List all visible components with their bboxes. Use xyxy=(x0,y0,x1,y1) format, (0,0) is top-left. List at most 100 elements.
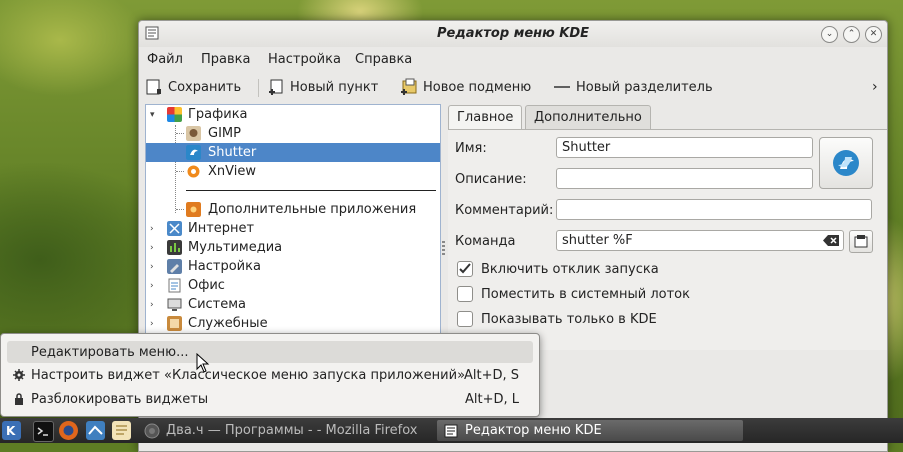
menu-settings[interactable]: Настройка xyxy=(268,52,341,67)
tree-guide xyxy=(176,209,184,210)
notes-launcher-icon[interactable] xyxy=(112,421,131,440)
checkmark-icon xyxy=(459,263,471,274)
description-field[interactable] xyxy=(556,168,813,189)
menu-item-unlock-widgets[interactable]: Разблокировать виджеты Alt+D, L xyxy=(7,388,533,410)
task-label: Редактор меню KDE xyxy=(465,423,602,438)
multimedia-category-icon xyxy=(167,240,182,255)
toolbar: Сохранить Новый пункт Новое подменю Новы… xyxy=(139,73,887,101)
task-label: Два.ч — Программы - - Mozilla Firefox xyxy=(166,423,418,438)
expand-arrow-icon[interactable]: › xyxy=(150,300,159,310)
expand-arrow-icon[interactable]: › xyxy=(150,224,159,234)
menu-file[interactable]: Файл xyxy=(147,52,183,67)
clear-text-icon[interactable] xyxy=(823,235,839,246)
system-tray-checkbox[interactable]: Поместить в системный лоток xyxy=(457,286,690,302)
tree-item-gimp[interactable]: GIMP xyxy=(146,124,440,143)
expand-arrow-icon[interactable]: › xyxy=(150,243,159,253)
new-item-label: Новый пункт xyxy=(290,79,379,95)
tree-item-office[interactable]: › Офис xyxy=(146,276,440,295)
new-item-button[interactable]: Новый пункт xyxy=(267,78,378,96)
tree-item-system[interactable]: › Система xyxy=(146,295,440,314)
shortcut-label: Alt+D, L xyxy=(464,391,519,407)
mouse-cursor-icon xyxy=(196,353,210,373)
menu-tree[interactable]: ▾ Графика GIMP Shutter XnView Дополнител… xyxy=(145,104,441,336)
command-field[interactable]: shutter %F xyxy=(556,230,844,251)
comment-label: Комментарий: xyxy=(455,203,554,218)
new-separator-label: Новый разделитель xyxy=(576,79,713,95)
checkbox-box[interactable] xyxy=(457,286,473,302)
taskbar: K Два.ч — Программы - - Mozilla Firefox … xyxy=(0,418,903,443)
name-label: Имя: xyxy=(455,141,487,156)
gear-icon xyxy=(13,369,25,381)
tree-item-xnview[interactable]: XnView xyxy=(146,162,440,181)
new-submenu-icon xyxy=(401,78,417,95)
checkbox-box[interactable] xyxy=(457,261,473,277)
shutter-large-icon xyxy=(833,150,859,176)
tree-item-shutter[interactable]: Shutter xyxy=(146,143,440,162)
close-button[interactable]: ✕ xyxy=(865,26,882,43)
tree-label: Интернет xyxy=(188,221,255,236)
tab-advanced[interactable]: Дополнительно xyxy=(525,105,651,129)
widget-context-menu: Редактировать меню... Настроить виджет «… xyxy=(0,333,540,417)
menu-item-label: Настроить виджет «Классическое меню запу… xyxy=(31,367,466,383)
lock-icon xyxy=(15,393,23,405)
tree-item-graphics[interactable]: ▾ Графика xyxy=(146,105,440,124)
tree-item-utilities[interactable]: › Служебные xyxy=(146,314,440,333)
maximize-button[interactable]: ⌃ xyxy=(843,26,860,43)
menu-item-configure-widget[interactable]: Настроить виджет «Классическое меню запу… xyxy=(7,364,533,386)
launch-feedback-label: Включить отклик запуска xyxy=(481,261,659,277)
kde-logo-icon: K xyxy=(6,424,16,438)
new-submenu-label: Новое подменю xyxy=(423,79,532,95)
firefox-launcher-icon[interactable] xyxy=(59,421,78,440)
comment-field[interactable] xyxy=(556,199,872,220)
kde-launcher-icon[interactable]: K xyxy=(2,421,21,440)
title-bar[interactable]: Редактор меню KDE ⌄ ⌃ ✕ xyxy=(139,21,887,47)
tree-guide xyxy=(176,171,184,172)
only-kde-checkbox[interactable]: Показывать только в KDE xyxy=(457,311,657,327)
toolbar-overflow-icon[interactable]: › xyxy=(872,79,878,95)
tree-separator[interactable] xyxy=(186,190,436,191)
tree-item-multimedia[interactable]: › Мультимедиа xyxy=(146,238,440,257)
internet-category-icon xyxy=(167,221,182,236)
launch-feedback-checkbox[interactable]: Включить отклик запуска xyxy=(457,261,659,277)
xnview-icon xyxy=(187,165,200,178)
task-kmenuedit[interactable]: Редактор меню KDE xyxy=(437,420,743,441)
tree-label: Shutter xyxy=(208,145,257,160)
tree-label: Мультимедиа xyxy=(188,240,283,255)
splitter-handle[interactable] xyxy=(442,241,445,255)
command-label: Команда xyxy=(455,234,516,249)
save-label: Сохранить xyxy=(168,79,242,95)
minimize-button[interactable]: ⌄ xyxy=(821,26,838,43)
menu-edit[interactable]: Правка xyxy=(201,52,250,67)
browse-icon xyxy=(854,235,868,248)
app-icon-button[interactable] xyxy=(819,137,873,189)
name-field[interactable]: Shutter xyxy=(556,137,813,158)
tree-item-extra-apps[interactable]: Дополнительные приложения xyxy=(146,200,440,219)
shutter-launcher-icon[interactable] xyxy=(86,421,105,440)
terminal-launcher-icon[interactable] xyxy=(33,421,54,442)
new-item-icon xyxy=(269,79,283,95)
task-firefox[interactable]: Два.ч — Программы - - Mozilla Firefox xyxy=(138,420,436,441)
terminal-icon xyxy=(37,427,48,436)
tree-label: Настройка xyxy=(188,259,261,274)
tab-general[interactable]: Главное xyxy=(448,105,523,130)
system-tray-label: Поместить в системный лоток xyxy=(481,286,690,302)
shortcut-label: Alt+D, S xyxy=(463,367,519,383)
menu-item-label: Редактировать меню... xyxy=(31,344,189,360)
expand-arrow-icon[interactable]: › xyxy=(150,262,159,272)
notes-icon xyxy=(116,425,127,435)
new-submenu-button[interactable]: Новое подменю xyxy=(400,78,531,96)
collapse-arrow-icon[interactable]: ▾ xyxy=(150,110,159,120)
tree-item-settings[interactable]: › Настройка xyxy=(146,257,440,276)
browse-button[interactable] xyxy=(849,230,873,253)
separator-icon xyxy=(554,86,570,88)
save-button[interactable]: Сохранить xyxy=(145,78,241,96)
checkbox-box[interactable] xyxy=(457,311,473,327)
expand-arrow-icon[interactable]: › xyxy=(150,281,159,291)
menu-help[interactable]: Справка xyxy=(355,52,412,67)
tree-label: Офис xyxy=(188,278,225,293)
menu-item-edit-menu[interactable]: Редактировать меню... xyxy=(7,341,533,363)
tree-item-internet[interactable]: › Интернет xyxy=(146,219,440,238)
expand-arrow-icon[interactable]: › xyxy=(150,319,159,329)
new-separator-button[interactable]: Новый разделитель xyxy=(553,78,713,96)
description-label: Описание: xyxy=(455,172,527,187)
